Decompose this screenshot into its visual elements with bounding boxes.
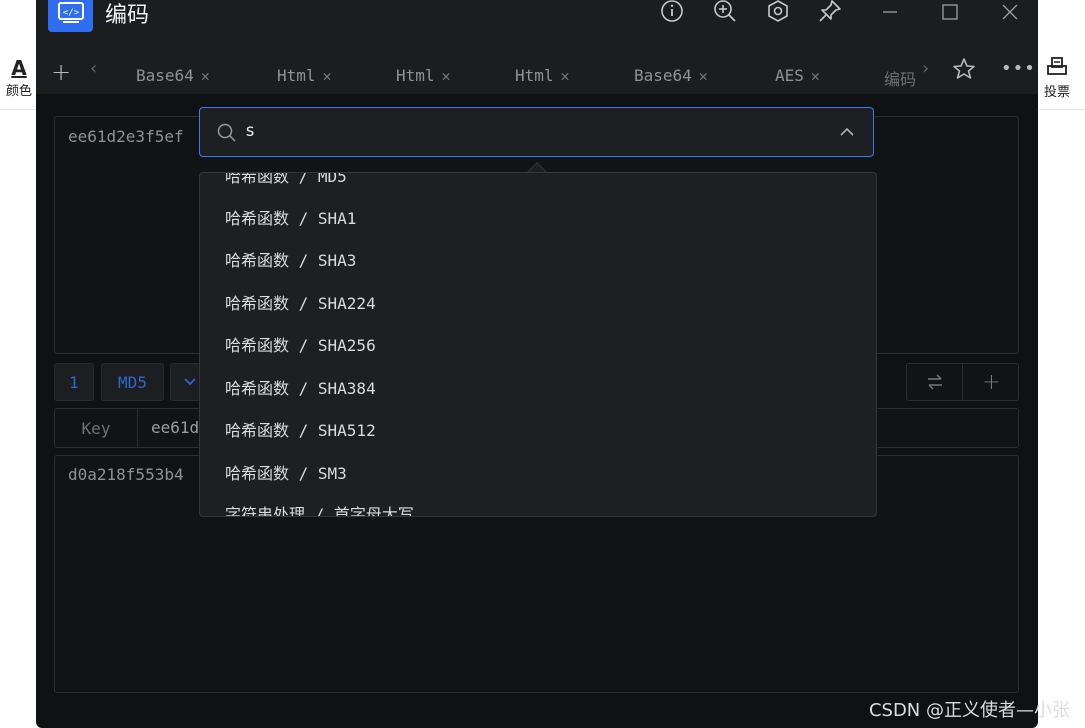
search-input[interactable]: s xyxy=(245,121,255,141)
tab-item[interactable]: Html ✕ xyxy=(396,66,451,85)
dropdown-option[interactable]: 哈希函数 / SHA256 xyxy=(225,332,376,356)
tab-close-icon[interactable]: ✕ xyxy=(442,67,451,85)
host-color-label: 颜色 xyxy=(6,84,33,99)
new-tab-button[interactable]: + xyxy=(51,58,71,86)
dropdown-option[interactable]: 哈希函数 / SHA1 xyxy=(225,205,356,229)
host-color-tool[interactable]: A 颜色 xyxy=(6,56,32,99)
dropdown-option[interactable]: 哈希函数 / SM3 xyxy=(225,460,347,484)
zoom-in-icon[interactable] xyxy=(711,0,739,24)
text-color-icon: A xyxy=(11,56,27,80)
more-icon[interactable]: ••• xyxy=(1001,58,1036,79)
chevron-up-icon[interactable] xyxy=(839,126,855,138)
tab-item[interactable]: AES ✕ xyxy=(775,66,820,85)
output-text: d0a218f553b4 xyxy=(68,465,184,484)
pin-icon[interactable] xyxy=(816,0,844,24)
dropdown-option[interactable]: 哈希函数 / MD5 xyxy=(225,173,347,187)
minimize-icon[interactable] xyxy=(876,0,904,24)
tab-item[interactable]: 编码 xyxy=(884,66,916,90)
tab-item[interactable]: Html ✕ xyxy=(515,66,570,85)
chevron-down-icon xyxy=(184,378,196,386)
tabs-next-icon[interactable]: › xyxy=(922,58,929,79)
watermark: CSDN @正义使者—小张 xyxy=(868,700,1070,721)
search-icon xyxy=(217,123,236,142)
tabs-prev-icon[interactable]: ‹ xyxy=(90,58,97,79)
app-logo: </> xyxy=(48,0,93,32)
host-vote-tool[interactable]: 投票 xyxy=(1044,56,1070,100)
dropdown-option[interactable]: 哈希函数 / SHA384 xyxy=(225,375,376,399)
vote-icon xyxy=(1046,56,1068,81)
settings-icon[interactable] xyxy=(764,0,792,24)
window-title: 编码 xyxy=(105,3,150,28)
tab-label: Base64 xyxy=(634,66,692,85)
action-group: + xyxy=(906,363,1019,401)
tab-close-icon[interactable]: ✕ xyxy=(323,67,332,85)
app-window: </> 编码 + ‹ Base64 ✕ Html ✕ Html ✕ Html ✕ xyxy=(36,0,1038,728)
input-text: ee61d2e3f5ef xyxy=(68,127,184,146)
swap-icon[interactable] xyxy=(907,364,963,400)
tab-item[interactable]: Base64 ✕ xyxy=(634,66,708,85)
count-button[interactable]: 1 xyxy=(54,363,94,401)
search-combobox[interactable]: s xyxy=(199,107,874,157)
star-icon[interactable] xyxy=(952,57,976,85)
svg-text:</>: </> xyxy=(62,8,79,18)
tab-label: Html xyxy=(277,66,316,85)
tab-label: Base64 xyxy=(136,66,194,85)
method-button[interactable]: MD5 xyxy=(101,363,164,401)
tab-label: Html xyxy=(396,66,435,85)
tab-item[interactable]: Html ✕ xyxy=(277,66,332,85)
title-bar: </> 编码 xyxy=(36,0,1038,44)
tab-label: 编码 xyxy=(884,70,917,89)
host-vote-label: 投票 xyxy=(1044,85,1071,100)
dropdown-option[interactable]: 哈希函数 / SHA3 xyxy=(225,247,356,271)
dropdown-option[interactable]: 哈希函数 / SHA512 xyxy=(225,417,376,441)
tab-close-icon[interactable]: ✕ xyxy=(561,67,570,85)
key-label: Key xyxy=(55,409,138,447)
tab-bar: + ‹ Base64 ✕ Html ✕ Html ✕ Html ✕ Base64 ✕ AE… xyxy=(36,44,1038,94)
tab-close-icon[interactable]: ✕ xyxy=(201,67,210,85)
search-dropdown: 哈希函数 / MD5 哈希函数 / SHA1 哈希函数 / SHA3 哈希函数 … xyxy=(199,172,877,517)
close-icon[interactable] xyxy=(996,0,1024,24)
tab-label: Html xyxy=(515,66,554,85)
plus-icon[interactable]: + xyxy=(964,364,1019,400)
tab-close-icon[interactable]: ✕ xyxy=(699,67,708,85)
dropdown-option[interactable]: 哈希函数 / SHA224 xyxy=(225,290,376,314)
tab-close-icon[interactable]: ✕ xyxy=(811,67,820,85)
key-input[interactable]: ee61d xyxy=(151,418,199,437)
dropdown-option[interactable]: 字符串处理 / 首字母大写 xyxy=(225,501,414,516)
tab-label: AES xyxy=(775,66,804,85)
maximize-icon[interactable] xyxy=(936,0,964,24)
tab-item[interactable]: Base64 ✕ xyxy=(136,66,210,85)
info-icon[interactable] xyxy=(658,0,686,24)
